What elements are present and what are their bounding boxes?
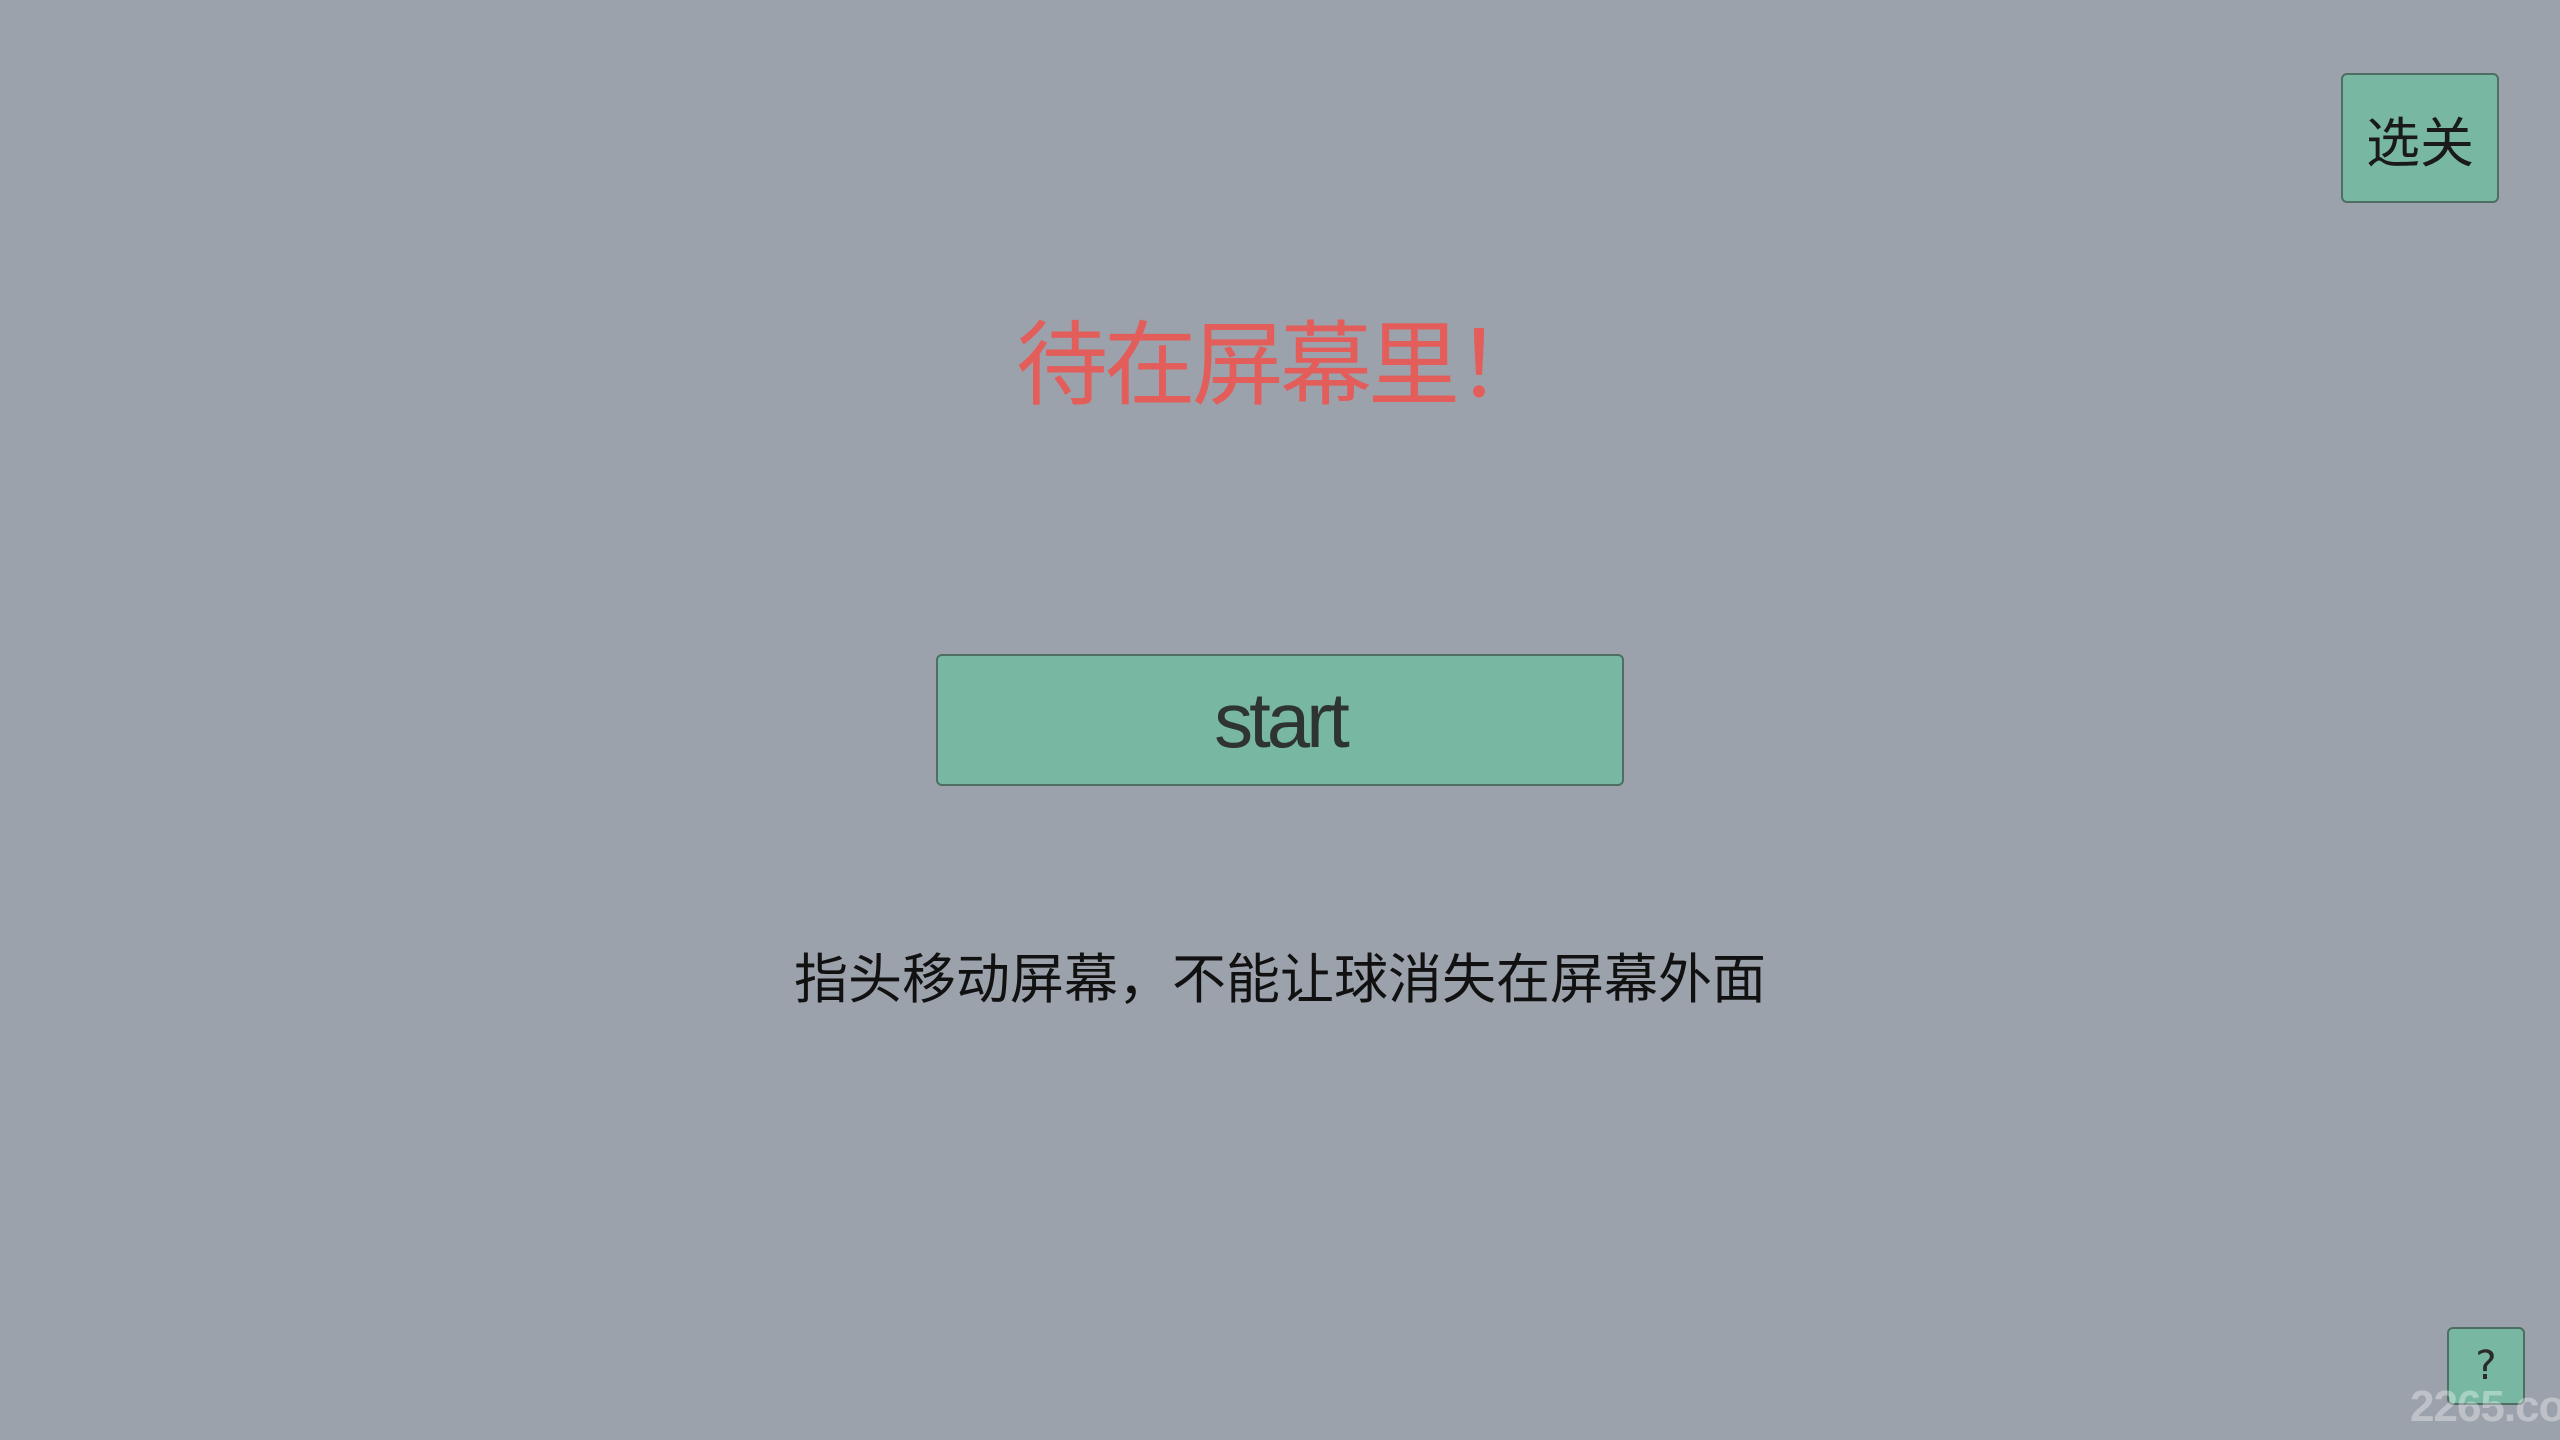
watermark-logo: 2265.com xyxy=(2410,1382,2560,1431)
game-title: 待在屏幕里！ xyxy=(1015,312,1548,419)
start-button-label: start xyxy=(1214,675,1350,764)
instruction-text: 指头移动屏幕，不能让球消失在屏幕外面 xyxy=(794,948,1766,1011)
start-button[interactable]: start xyxy=(936,654,1624,786)
level-select-label: 选关 xyxy=(2366,111,2474,175)
level-select-button[interactable]: 选关 xyxy=(2341,73,2499,203)
